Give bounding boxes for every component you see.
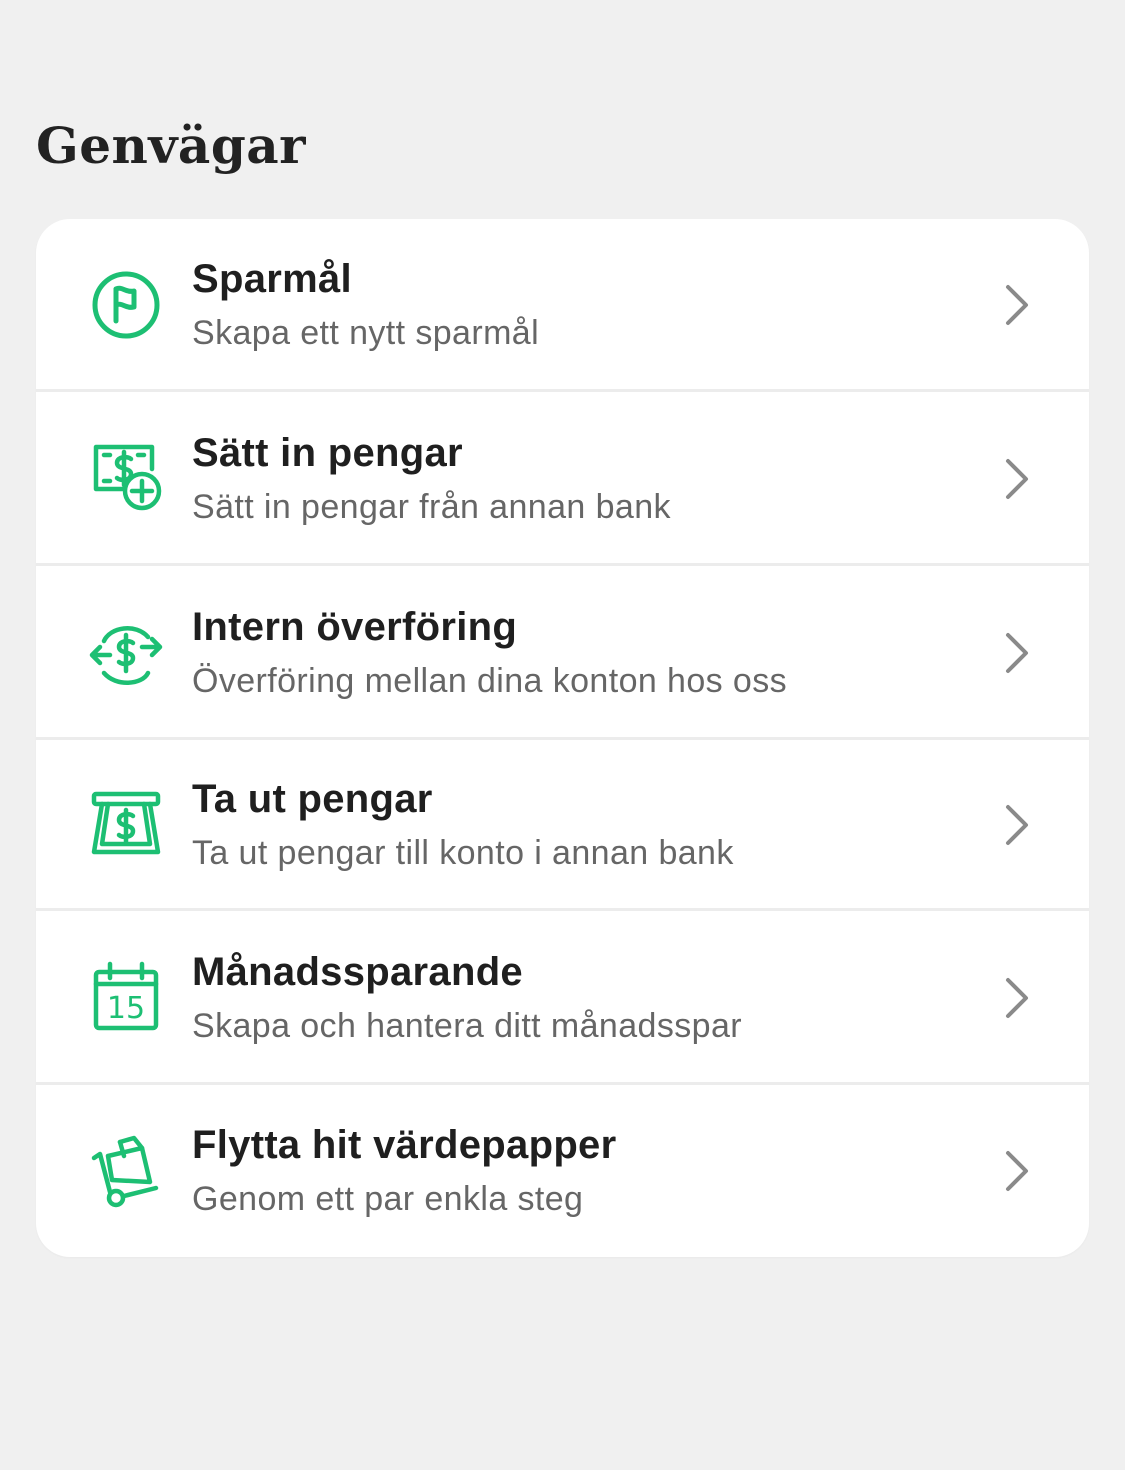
calendar-day-number: 15 <box>107 991 145 1026</box>
shortcut-title: Ta ut pengar <box>192 777 433 821</box>
shortcuts-card: Sparmål Skapa ett nytt sparmål Sätt in p… <box>36 219 1089 1257</box>
chevron-right-icon <box>998 803 1038 847</box>
withdraw-money-icon <box>86 786 166 866</box>
shortcut-subtitle: Skapa ett nytt sparmål <box>192 314 540 352</box>
shortcut-internal-transfer[interactable]: Intern överföring Överföring mellan dina… <box>36 566 1089 740</box>
shortcut-move-securities[interactable]: Flytta hit värdepapper Genom ett par enk… <box>36 1085 1089 1257</box>
shortcut-monthly-savings[interactable]: 15 Månadssparande Skapa och hantera ditt… <box>36 911 1089 1085</box>
shortcut-subtitle: Överföring mellan dina konton hos oss <box>192 662 788 700</box>
internal-transfer-icon <box>86 615 166 695</box>
chevron-right-icon <box>998 631 1038 675</box>
shortcut-subtitle: Skapa och hantera ditt månadsspar <box>192 1007 742 1045</box>
shortcut-deposit[interactable]: Sätt in pengar Sätt in pengar från annan… <box>36 392 1089 566</box>
deposit-money-icon <box>86 439 166 519</box>
shortcut-withdraw[interactable]: Ta ut pengar Ta ut pengar till konto i a… <box>36 740 1089 911</box>
chevron-right-icon <box>998 976 1038 1020</box>
chevron-right-icon <box>998 1149 1038 1193</box>
move-securities-icon <box>86 1132 166 1212</box>
shortcut-savings-goal[interactable]: Sparmål Skapa ett nytt sparmål <box>36 219 1089 392</box>
shortcut-title: Flytta hit värdepapper <box>192 1123 617 1167</box>
shortcut-subtitle: Ta ut pengar till konto i annan bank <box>192 834 734 872</box>
shortcut-title: Månadssparande <box>192 950 523 994</box>
shortcut-title: Sparmål <box>192 257 352 301</box>
page-title: Genvägar <box>36 116 307 175</box>
shortcut-title: Sätt in pengar <box>192 431 463 475</box>
calendar-icon: 15 <box>86 958 166 1038</box>
shortcut-title: Intern överföring <box>192 605 518 649</box>
shortcut-subtitle: Genom ett par enkla steg <box>192 1180 584 1218</box>
chevron-right-icon <box>998 283 1038 327</box>
savings-goal-flag-icon <box>86 265 166 345</box>
shortcut-subtitle: Sätt in pengar från annan bank <box>192 488 671 526</box>
chevron-right-icon <box>998 457 1038 501</box>
